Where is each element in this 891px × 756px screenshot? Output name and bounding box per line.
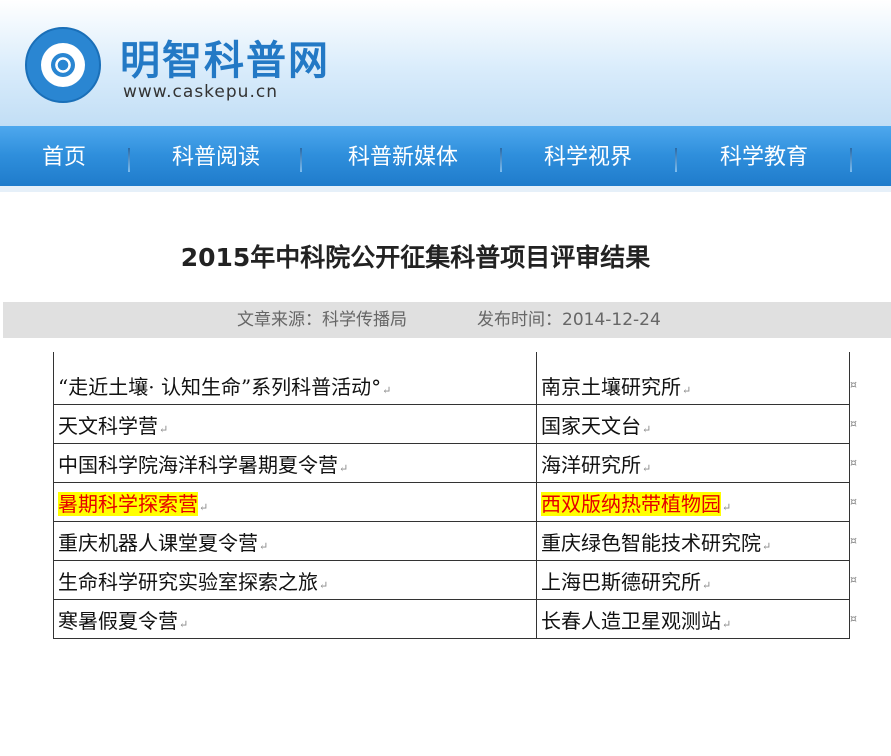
paragraph-mark: ↵ <box>179 617 189 631</box>
nav-item-reading[interactable]: 科普阅读 <box>150 126 282 190</box>
project-cell: “走近土壤· 认知生命”系列科普活动°↵ <box>53 366 537 405</box>
row-end-mark: ¤ <box>850 495 857 508</box>
paragraph-mark: ↵ <box>762 539 772 553</box>
paragraph-mark: ↵ <box>642 461 652 475</box>
nav-divider <box>675 148 677 172</box>
nav-bottom-strip <box>0 186 891 192</box>
table-stub-line <box>849 352 850 366</box>
unit-cell: 重庆绿色智能技术研究院↵ <box>536 521 850 561</box>
project-name: 生命科学研究实验室探索之旅 <box>58 569 318 594</box>
main-nav: 首页 科普阅读 科普新媒体 科学视界 科学教育 <box>0 126 891 190</box>
paragraph-mark: ↵ <box>319 578 329 592</box>
paragraph-mark: ↵ <box>159 422 169 436</box>
project-cell: 寒暑假夏令营↵ <box>53 599 537 639</box>
project-name-highlighted: 暑期科学探索营 <box>58 491 198 516</box>
project-cell: 中国科学院海洋科学暑期夏令营↵ <box>53 443 537 483</box>
unit-name: 长春人造卫星观测站 <box>541 608 721 633</box>
table-row: 寒暑假夏令营↵ 长春人造卫星观测站↵ <box>53 599 850 639</box>
article-date: 发布时间：2014-12-24 <box>477 310 661 330</box>
results-table: “走近土壤· 认知生命”系列科普活动°↵ 南京土壤研究所↵ 天文科学营↵ 国家天… <box>53 366 850 639</box>
project-name: 寒暑假夏令营 <box>58 608 178 633</box>
nav-divider <box>500 148 502 172</box>
nav-divider <box>850 148 852 172</box>
article-title: 2015年中科院公开征集科普项目评审结果 <box>180 243 651 272</box>
paragraph-mark: ↵ <box>259 539 269 553</box>
project-name: 重庆机器人课堂夏令营 <box>58 530 258 555</box>
unit-cell: 国家天文台↵ <box>536 404 850 444</box>
row-end-mark: ¤ <box>850 534 857 547</box>
paragraph-mark: ↵ <box>702 578 712 592</box>
unit-name-highlighted: 西双版纳热带植物园 <box>541 491 721 516</box>
nav-item-science-education[interactable]: 科学教育 <box>698 126 830 190</box>
nav-divider <box>128 148 130 172</box>
project-name: 天文科学营 <box>58 413 158 438</box>
project-cell: 重庆机器人课堂夏令营↵ <box>53 521 537 561</box>
nav-divider <box>300 148 302 172</box>
project-cell: 生命科学研究实验室探索之旅↵ <box>53 560 537 600</box>
table-stub-line <box>536 352 537 366</box>
paragraph-mark: ↵ <box>199 500 209 514</box>
row-end-mark: ¤ <box>850 456 857 469</box>
paragraph-mark: ↵ <box>722 617 732 631</box>
unit-name: 南京土壤研究所 <box>541 374 681 399</box>
row-end-mark: ¤ <box>850 612 857 625</box>
project-cell: 天文科学营↵ <box>53 404 537 444</box>
paragraph-mark: ↵ <box>682 383 692 397</box>
unit-cell: 南京土壤研究所↵ <box>536 366 850 405</box>
project-name: 中国科学院海洋科学暑期夏令营 <box>58 452 338 477</box>
row-end-mark: ¤ <box>850 417 857 430</box>
table-row: 重庆机器人课堂夏令营↵ 重庆绿色智能技术研究院↵ <box>53 521 850 561</box>
nav-item-science-vision[interactable]: 科学视界 <box>522 126 654 190</box>
unit-name: 国家天文台 <box>541 413 641 438</box>
article-meta: 文章来源：科学传播局 发布时间：2014-12-24 <box>3 302 891 338</box>
unit-cell: 长春人造卫星观测站↵ <box>536 599 850 639</box>
paragraph-mark: ↵ <box>382 383 392 397</box>
cas-logo-icon[interactable] <box>25 27 101 103</box>
row-end-mark: ¤ <box>850 573 857 586</box>
project-name: “走近土壤· 认知生命”系列科普活动° <box>58 374 382 399</box>
unit-name: 重庆绿色智能技术研究院 <box>541 530 761 555</box>
table-row-highlighted: 暑期科学探索营↵ 西双版纳热带植物园↵ <box>53 482 850 522</box>
nav-item-new-media[interactable]: 科普新媒体 <box>330 126 476 190</box>
table-row: “走近土壤· 认知生命”系列科普活动°↵ 南京土壤研究所↵ <box>53 366 850 405</box>
article-source: 文章来源：科学传播局 <box>237 310 407 330</box>
paragraph-mark: ↵ <box>339 461 349 475</box>
unit-cell: 上海巴斯德研究所↵ <box>536 560 850 600</box>
table-row: 中国科学院海洋科学暑期夏令营↵ 海洋研究所↵ <box>53 443 850 483</box>
logo-flower-icon <box>51 53 75 77</box>
table-stub-line <box>53 352 54 366</box>
site-url: www.caskepu.cn <box>123 82 278 102</box>
site-name[interactable]: 明智科普网 <box>120 28 330 86</box>
unit-cell: 西双版纳热带植物园↵ <box>536 482 850 522</box>
paragraph-mark: ↵ <box>642 422 652 436</box>
unit-cell: 海洋研究所↵ <box>536 443 850 483</box>
unit-name: 海洋研究所 <box>541 452 641 477</box>
unit-name: 上海巴斯德研究所 <box>541 569 701 594</box>
row-end-mark: ¤ <box>850 378 857 391</box>
nav-item-home[interactable]: 首页 <box>20 126 108 190</box>
project-cell: 暑期科学探索营↵ <box>53 482 537 522</box>
site-header: 明智科普网 www.caskepu.cn <box>0 0 891 126</box>
table-row: 天文科学营↵ 国家天文台↵ <box>53 404 850 444</box>
table-row: 生命科学研究实验室探索之旅↵ 上海巴斯德研究所↵ <box>53 560 850 600</box>
paragraph-mark: ↵ <box>722 500 732 514</box>
